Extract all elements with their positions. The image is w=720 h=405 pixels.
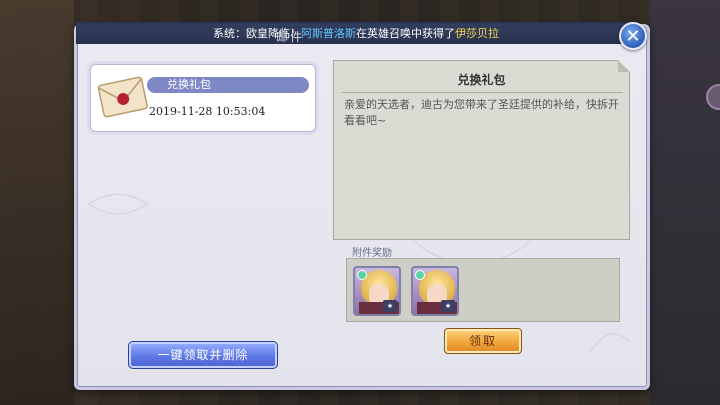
claim-all-and-delete-button[interactable]: 一键领取并删除 [128, 341, 278, 369]
attachment-rewards-label: 附件奖励 [352, 248, 392, 259]
claim-button[interactable]: 领取 [444, 328, 522, 354]
close-icon: ✕ [625, 25, 641, 47]
letter-divider [342, 92, 623, 93]
mail-subject: 兑换礼包 [147, 77, 309, 93]
side-menu-knob[interactable] [706, 84, 720, 110]
background-left-decor [0, 0, 74, 405]
reward-hero-card[interactable]: ★ [411, 266, 459, 316]
reward-hero-card[interactable]: ★ [353, 266, 401, 316]
ticker-middle: 在英雄召唤中获得了 [356, 27, 455, 40]
window-title: 邮件 [276, 30, 305, 44]
background-right-decor [650, 0, 720, 405]
envelope-icon [97, 76, 148, 118]
mail-detail-letter: 兑换礼包 亲爱的天选者，迪古为您带来了圣廷提供的补给，快拆开看看吧~ [333, 60, 630, 240]
attachment-rewards-box: ★ ★ [346, 258, 620, 322]
element-icon [415, 270, 425, 280]
close-button[interactable]: ✕ [619, 22, 647, 50]
mail-date: 2019-11-28 10:53:04 [149, 105, 266, 118]
star-rank-icon: ★ [441, 300, 455, 312]
mail-detail-body: 亲爱的天选者，迪古为您带来了圣廷提供的补给，快拆开看看吧~ [344, 98, 619, 127]
star-rank-icon: ★ [383, 300, 397, 312]
ticker-reward-name: 伊莎贝拉 [455, 27, 499, 40]
ticker-player-name: 阿斯普洛斯 [301, 27, 356, 40]
element-icon [357, 270, 367, 280]
mail-detail-title: 兑换礼包 [457, 73, 506, 87]
system-announcement-ticker: 系统：欧皇降临！ 阿斯普洛斯 在英雄召唤中获得了 伊莎贝拉 [76, 22, 636, 44]
mail-list-item[interactable]: 兑换礼包 2019-11-28 10:53:04 [90, 64, 316, 132]
